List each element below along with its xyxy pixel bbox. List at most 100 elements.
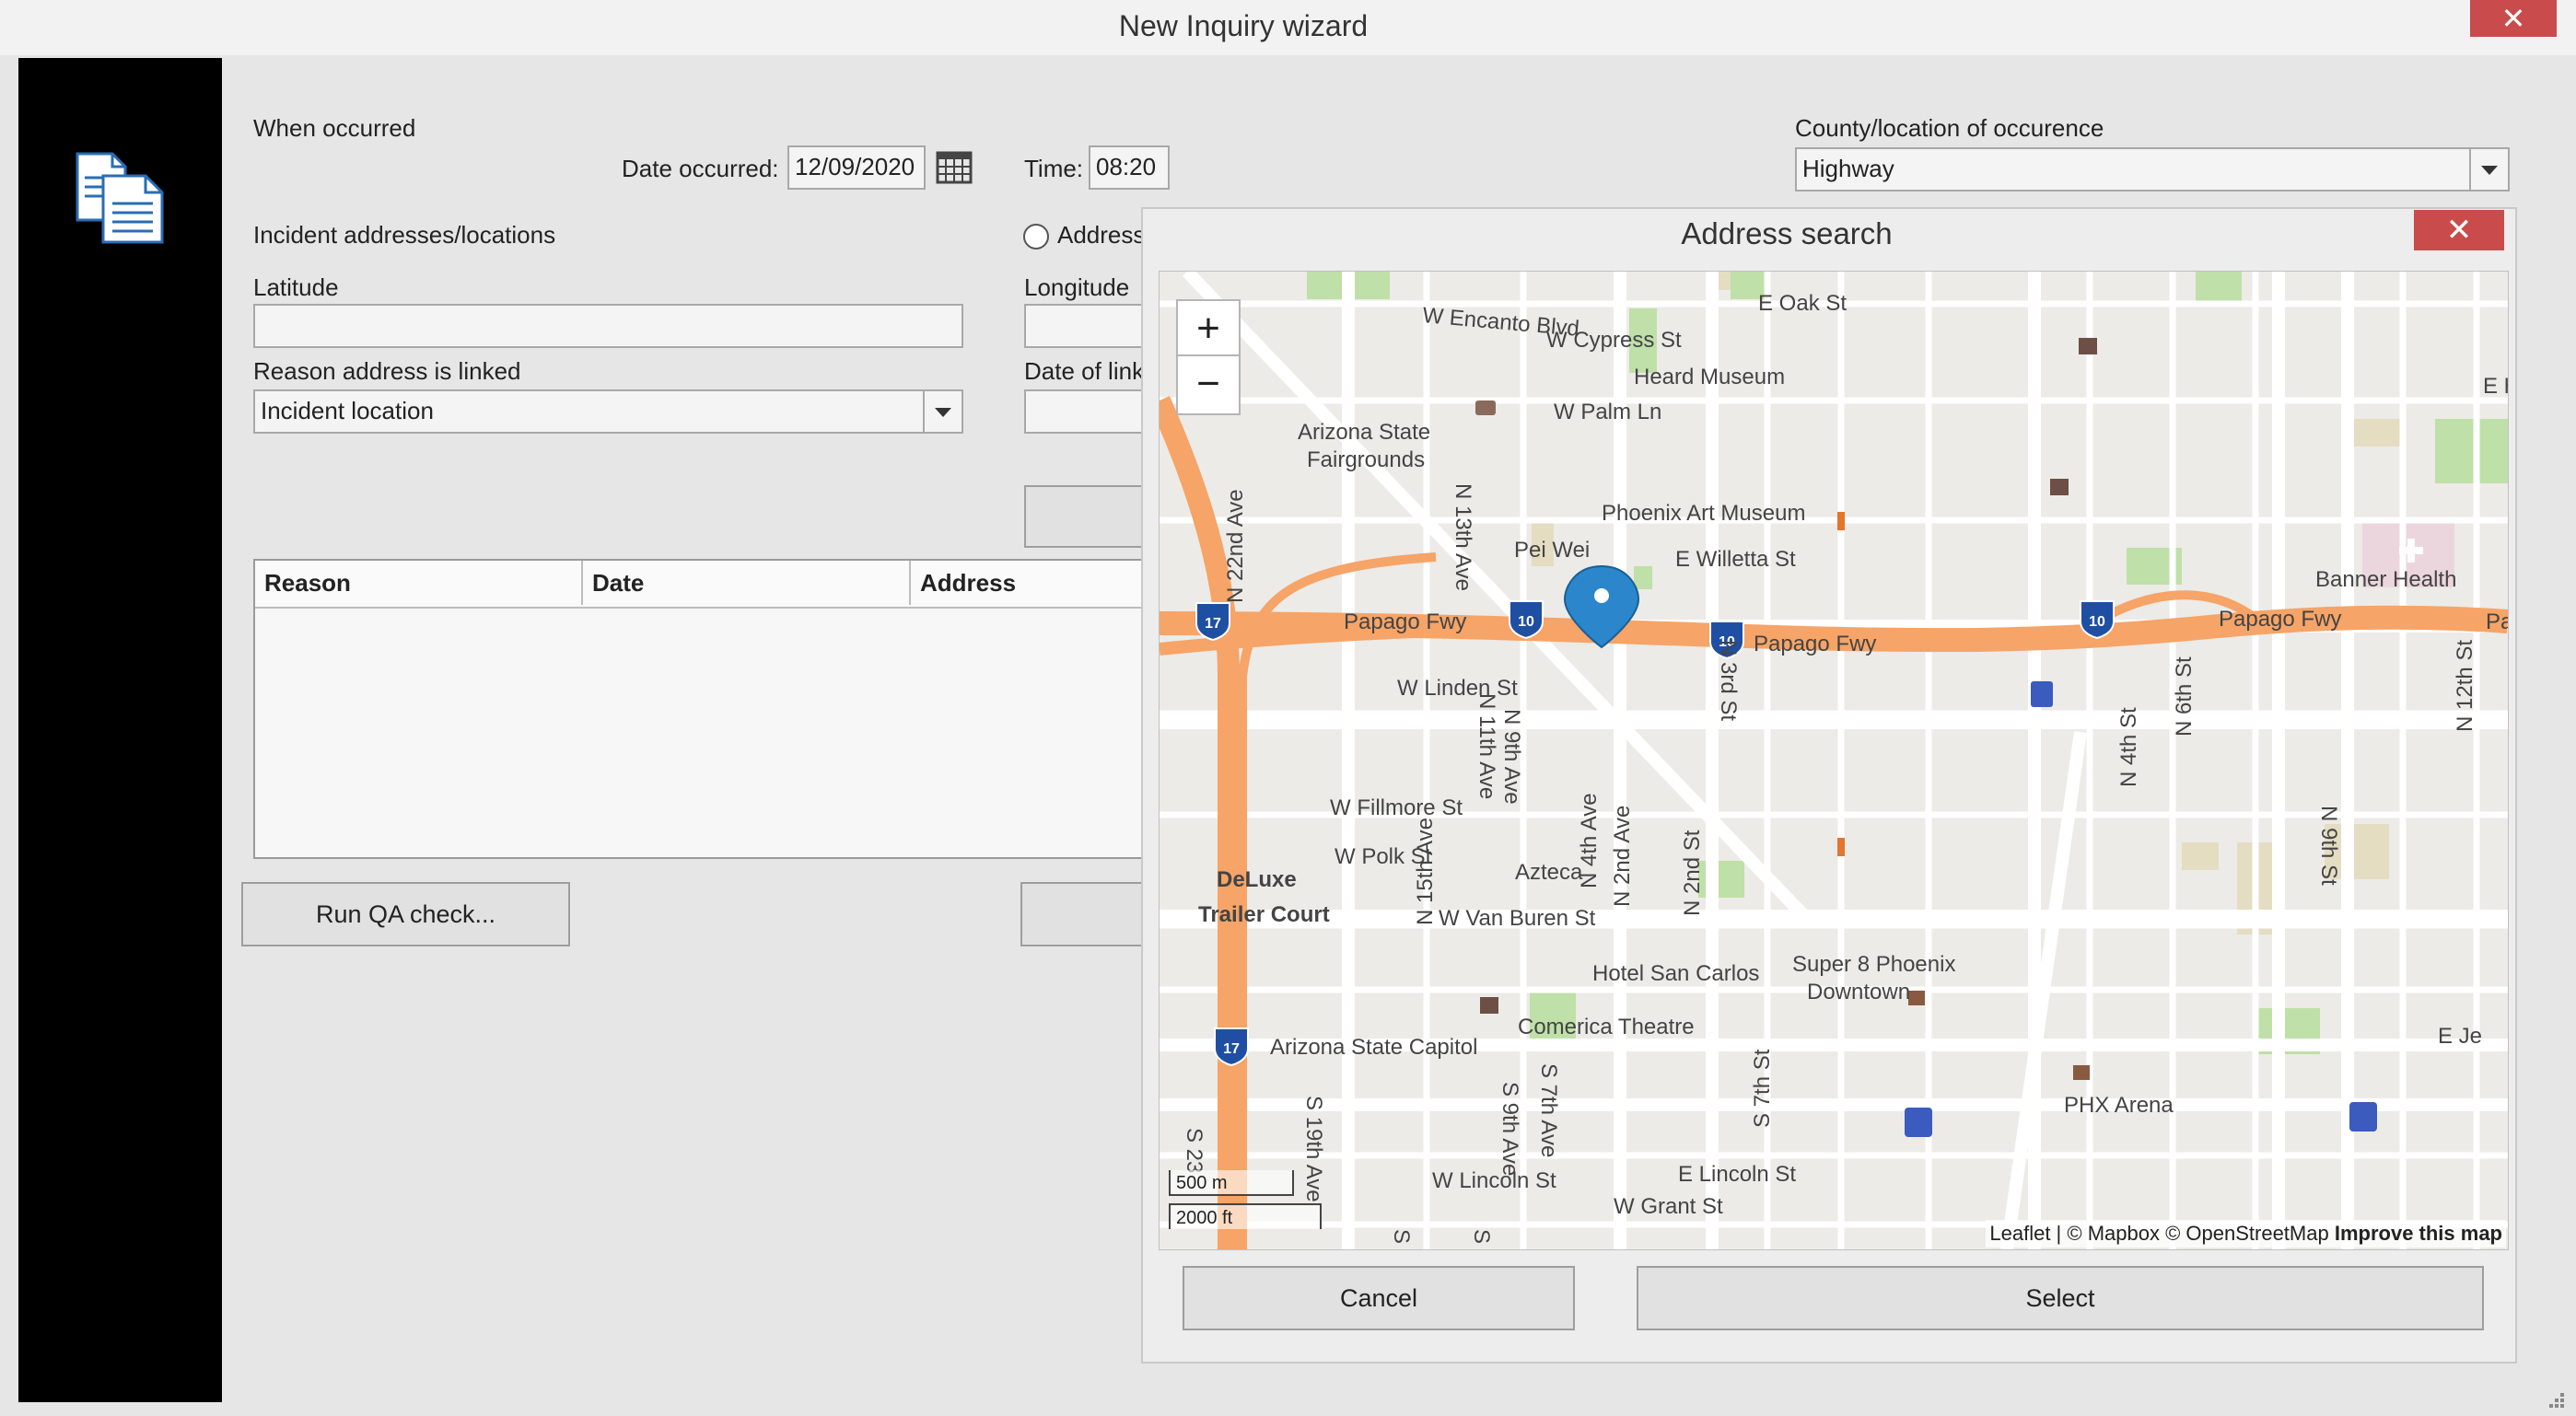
- secondary-button[interactable]: [1020, 882, 1153, 946]
- label-deluxe-1: DeLuxe: [1217, 867, 1297, 892]
- address-radio[interactable]: [1023, 224, 1049, 250]
- label-n12: N 12th St: [2453, 640, 2477, 732]
- attribution-text: Leaflet | © Mapbox © OpenStreetMap: [1989, 1222, 2329, 1245]
- reason-select-value: Incident location: [261, 397, 434, 424]
- dialog-title: Address search: [1681, 216, 1893, 250]
- wizard-banner: [18, 58, 222, 1402]
- label-n22: N 22nd Ave: [1223, 489, 1248, 603]
- transit-icon: [2031, 681, 2053, 707]
- label-deluxe-2: Trailer Court: [1198, 902, 1330, 927]
- label-azteca: Azteca: [1515, 860, 1583, 885]
- linked-addresses-table[interactable]: Reason Date Address: [253, 559, 1174, 859]
- calendar-icon[interactable]: [932, 145, 976, 190]
- date-of-link-field[interactable]: [1024, 389, 1153, 434]
- label-papago-1: Papago Fwy: [1344, 609, 1466, 634]
- label-n9st: N 9th St: [2316, 806, 2341, 886]
- map-major-streets: [1160, 272, 2508, 1249]
- label-grant: W Grant St: [1614, 1194, 1723, 1219]
- label-n15: N 15th Ave: [1413, 818, 1438, 925]
- arena-icon: [2073, 1065, 2090, 1080]
- window-close-button[interactable]: ✕: [2470, 0, 2557, 37]
- label-n3: N 3rd St: [1716, 640, 1741, 721]
- label-n11: N 11th Ave: [1474, 693, 1499, 799]
- label-n2st: N 2nd St: [1680, 830, 1705, 916]
- label-s23: S 23: [1182, 1128, 1206, 1173]
- date-of-link-label: Date of link: [1024, 357, 1142, 385]
- restaurant-icon: [1837, 838, 1845, 856]
- county-label: County/location of occurence: [1795, 114, 2104, 142]
- label-pap: Pap: [2486, 609, 2508, 634]
- dialog-close-button[interactable]: ✕: [2414, 210, 2504, 250]
- label-s7: S 7th Ave: [1536, 1063, 1561, 1157]
- cancel-button[interactable]: Cancel: [1183, 1266, 1575, 1330]
- zoom-in-button[interactable]: +: [1176, 299, 1241, 360]
- label-cypress: W Cypress St: [1546, 328, 1682, 353]
- chevron-down-icon[interactable]: [923, 391, 962, 432]
- label-fairgrounds-1: Arizona State: [1298, 420, 1430, 445]
- latitude-field[interactable]: [253, 304, 963, 348]
- label-eh: E H: [2483, 374, 2508, 399]
- label-n6: N 6th St: [2172, 656, 2197, 737]
- when-occurred-label: When occurred: [253, 114, 416, 142]
- scale-metric: 500 m: [1169, 1170, 1294, 1196]
- incident-addresses-label: Incident addresses/locations: [253, 221, 556, 249]
- label-s19: S 19th Ave: [1301, 1096, 1326, 1202]
- label-oak: E Oak St: [1758, 291, 1847, 316]
- label-phx-arena: PHX Arena: [2064, 1093, 2174, 1118]
- label-eje: E Je: [2438, 1024, 2482, 1049]
- i10-shield-label: 10: [1518, 614, 1534, 630]
- map-parks: [1307, 272, 2508, 1054]
- time-field[interactable]: 08:20: [1089, 145, 1170, 190]
- add-address-button[interactable]: [1024, 485, 1153, 548]
- museum-icon: [2050, 479, 2069, 495]
- transit-icon: [2349, 1102, 2377, 1132]
- label-n4: N 4th Ave: [1577, 793, 1602, 888]
- map-view[interactable]: 17 10 10 10 17 W Encanto Blvd W Cypress …: [1159, 271, 2509, 1250]
- theatre-icon: [1908, 991, 1925, 1005]
- column-header-date[interactable]: Date: [583, 561, 911, 605]
- label-art-museum: Phoenix Art Museum: [1602, 501, 1805, 526]
- label-n9: N 9th Ave: [1499, 709, 1524, 805]
- label-lincoln: W Lincoln St: [1432, 1168, 1556, 1193]
- map-freeways: [1160, 396, 2508, 1249]
- county-select-value: Highway: [1802, 155, 1894, 182]
- date-occurred-field[interactable]: 12/09/2020: [787, 145, 926, 190]
- label-san-carlos: Hotel San Carlos: [1592, 961, 1759, 986]
- label-n13: N 13th Ave: [1451, 483, 1475, 591]
- label-n2: N 2nd Ave: [1610, 806, 1635, 907]
- label-banner: Banner Health: [2315, 567, 2456, 592]
- label-pei-wei: Pei Wei: [1514, 538, 1590, 563]
- label-heard: Heard Museum: [1634, 365, 1785, 389]
- transit-icon: [1905, 1108, 1932, 1137]
- window-title: New Inquiry wizard: [1118, 9, 1369, 42]
- label-super8-1: Super 8 Phoenix: [1792, 952, 1955, 977]
- longitude-label: Longitude: [1024, 273, 1130, 301]
- address-radio-label: Address: [1057, 221, 1146, 249]
- column-header-address[interactable]: Address: [911, 561, 1178, 605]
- column-header-reason[interactable]: Reason: [255, 561, 583, 605]
- label-fillmore: W Fillmore St: [1330, 795, 1463, 820]
- longitude-field[interactable]: [1024, 304, 1153, 348]
- map-canvas[interactable]: 17 10 10 10 17 W Encanto Blvd W Cypress …: [1160, 272, 2508, 1249]
- government-icon: [1480, 997, 1498, 1014]
- zoom-out-button[interactable]: −: [1176, 354, 1241, 415]
- address-search-dialog: Address search ✕ 17 10 10 10 17 W Encant…: [1141, 207, 2517, 1364]
- label-papago-2: Papago Fwy: [1754, 632, 1876, 656]
- time-label: Time:: [1024, 155, 1084, 182]
- run-qa-check-button[interactable]: Run QA check...: [241, 882, 570, 946]
- label-s9: S 9th Ave: [1498, 1082, 1522, 1176]
- label-papago-3: Papago Fwy: [2219, 607, 2341, 632]
- reason-select[interactable]: Incident location: [253, 389, 963, 434]
- county-select[interactable]: Highway: [1795, 147, 2510, 192]
- label-n4st: N 4th St: [2116, 707, 2141, 787]
- chevron-down-icon[interactable]: [2469, 149, 2508, 190]
- improve-map-link[interactable]: Improve this map: [2335, 1222, 2502, 1245]
- select-button[interactable]: Select: [1637, 1266, 2484, 1330]
- label-e-lincoln: E Lincoln St: [1678, 1162, 1796, 1187]
- label-palm: W Palm Ln: [1554, 400, 1661, 424]
- restaurant-icon: [1837, 512, 1845, 530]
- reason-label: Reason address is linked: [253, 357, 521, 385]
- resize-grip-icon[interactable]: [2542, 1386, 2566, 1410]
- documents-icon: [76, 152, 168, 244]
- camera-icon: [1475, 400, 1496, 415]
